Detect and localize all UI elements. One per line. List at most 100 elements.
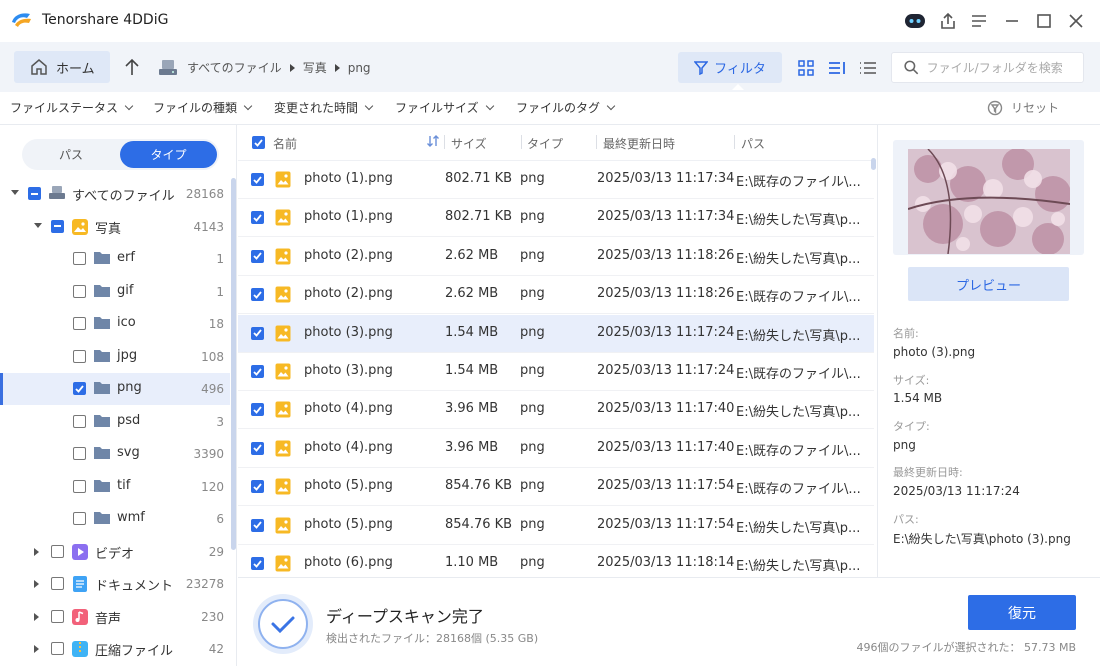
column-header-path[interactable]: パス [741, 135, 765, 152]
recover-button[interactable]: 復元 [968, 595, 1076, 630]
minimize-icon[interactable] [999, 8, 1025, 34]
row-checkbox[interactable] [251, 557, 264, 570]
tree-checkbox[interactable] [51, 544, 64, 558]
caret-right-icon[interactable] [34, 547, 39, 556]
table-row[interactable]: photo (3).png 1.54 MB png 2025/03/13 11:17:… [238, 353, 874, 391]
table-row[interactable]: photo (2).png 2.62 MB png 2025/03/13 11:18:… [238, 238, 874, 276]
tree-checkbox[interactable] [73, 512, 86, 525]
row-checkbox[interactable] [251, 288, 264, 302]
maximize-icon[interactable] [1031, 8, 1057, 34]
detail-view-icon[interactable] [825, 56, 849, 80]
select-all-checkbox[interactable] [252, 136, 265, 149]
modified-time-dropdown[interactable]: 変更された時間 [274, 99, 374, 116]
file-tag-dropdown[interactable]: ファイルのタグ [516, 99, 616, 116]
tree-item[interactable]: すべてのファイル 28168 [0, 178, 230, 210]
tree-checkbox[interactable] [73, 479, 86, 493]
preview-button[interactable]: プレビュー [908, 267, 1069, 301]
table-row[interactable]: photo (1).png 802.71 KB png 2025/03/13 11:1… [238, 199, 874, 238]
row-checkbox[interactable] [251, 326, 264, 340]
chevron-down-icon [606, 101, 616, 111]
scan-status-title: ディープスキャン完了 [326, 607, 484, 626]
table-row[interactable]: photo (3).png 1.54 MB png 2025/03/13 11:17:… [238, 314, 874, 353]
table-row[interactable]: photo (1).png 802.71 KB png 2025/03/13 11:1… [238, 161, 874, 199]
close-icon[interactable] [1063, 8, 1089, 34]
tree-checkbox[interactable] [28, 187, 41, 200]
row-checkbox[interactable] [251, 173, 264, 186]
caret-right-icon[interactable] [34, 645, 39, 653]
tree-checkbox[interactable] [73, 284, 86, 298]
caret-down-icon[interactable] [11, 190, 19, 195]
tree-item[interactable]: ico 18 [0, 308, 230, 340]
tree-item[interactable]: ビデオ 29 [0, 536, 230, 568]
search-input[interactable] [926, 60, 1083, 75]
tree-checkbox[interactable] [73, 414, 86, 428]
tree-checkbox[interactable] [73, 317, 86, 330]
tree-item[interactable]: 圧縮ファイル 42 [0, 633, 230, 665]
table-scrollbar[interactable] [871, 158, 876, 170]
tree-item[interactable]: ドキュメント 23278 [0, 568, 230, 600]
tree-item[interactable]: tif 120 [0, 471, 230, 503]
row-checkbox[interactable] [251, 441, 264, 455]
row-checkbox[interactable] [251, 518, 264, 532]
filter-button[interactable]: フィルタ [678, 52, 782, 83]
breadcrumb-item[interactable]: すべてのファイル [187, 59, 282, 76]
tree-checkbox[interactable] [73, 349, 86, 363]
column-divider [734, 135, 735, 149]
list-view-icon[interactable] [856, 56, 880, 80]
caret-right-icon[interactable] [34, 580, 39, 588]
row-checkbox[interactable] [251, 403, 264, 417]
menu-icon[interactable] [966, 8, 992, 34]
tree-item[interactable]: svg 3390 [0, 438, 230, 470]
tree-checkbox[interactable] [73, 382, 86, 395]
grid-view-icon[interactable] [794, 56, 818, 80]
sidebar-scrollbar[interactable] [231, 178, 236, 550]
caret-right-icon[interactable] [34, 612, 39, 621]
tree-item[interactable]: 写真 4143 [0, 211, 230, 243]
tree-item[interactable]: erf 1 [0, 243, 230, 275]
dropdown-label: ファイルの種類 [153, 101, 238, 115]
column-header-name[interactable]: 名前 [273, 135, 297, 152]
tree-item[interactable]: wmf 6 [0, 503, 230, 535]
image-file-icon [275, 325, 291, 342]
row-checkbox[interactable] [251, 211, 264, 225]
tree-item[interactable]: jpg 108 [0, 341, 230, 373]
search-box[interactable] [891, 52, 1084, 83]
toggle-type[interactable]: タイプ [120, 141, 217, 168]
toggle-path[interactable]: パス [22, 139, 120, 170]
cell-modified: 2025/03/13 11:17:34 [597, 171, 735, 186]
caret-down-icon[interactable] [34, 222, 42, 228]
tree-item[interactable]: 音声 230 [0, 601, 230, 633]
detail-path-value: E:\紛失した\写真\photo (3).png [893, 532, 1071, 546]
table-row[interactable]: photo (2).png 2.62 MB png 2025/03/13 11:18:… [238, 276, 874, 315]
share-icon[interactable] [935, 8, 961, 34]
column-header-size[interactable]: サイズ [451, 135, 487, 152]
table-row[interactable]: photo (5).png 854.76 KB png 2025/03/13 11:1… [238, 507, 874, 545]
file-status-dropdown[interactable]: ファイルステータス [10, 99, 134, 116]
row-checkbox[interactable] [251, 365, 264, 378]
tree-checkbox[interactable] [51, 577, 64, 590]
sort-icon[interactable] [426, 134, 440, 148]
tree-item[interactable]: png 496 [0, 373, 230, 405]
tree-checkbox[interactable] [73, 447, 86, 460]
file-size-dropdown[interactable]: ファイルサイズ [395, 99, 494, 116]
tree-checkbox[interactable] [51, 219, 64, 233]
up-arrow-icon[interactable] [124, 57, 140, 77]
tree-checkbox[interactable] [51, 609, 64, 623]
file-type-dropdown[interactable]: ファイルの種類 [153, 99, 253, 116]
reset-button[interactable]: リセット [987, 99, 1059, 116]
column-header-type[interactable]: タイプ [527, 135, 563, 152]
tree-checkbox[interactable] [73, 252, 86, 265]
table-row[interactable]: photo (5).png 854.76 KB png 2025/03/13 11:1… [238, 468, 874, 507]
row-checkbox[interactable] [251, 249, 264, 263]
breadcrumb-item[interactable]: png [348, 61, 371, 75]
tree-item[interactable]: gif 1 [0, 276, 230, 308]
table-row[interactable]: photo (4).png 3.96 MB png 2025/03/13 11:17:… [238, 430, 874, 468]
assistant-bot-icon[interactable] [902, 8, 928, 34]
column-header-modified[interactable]: 最終更新日時 [603, 135, 675, 152]
tree-checkbox[interactable] [51, 642, 64, 655]
breadcrumb-item[interactable]: 写真 [303, 59, 327, 76]
table-row[interactable]: photo (4).png 3.96 MB png 2025/03/13 11:17:… [238, 391, 874, 430]
home-button[interactable]: ホーム [14, 51, 110, 83]
tree-item[interactable]: psd 3 [0, 406, 230, 438]
row-checkbox[interactable] [251, 480, 264, 494]
